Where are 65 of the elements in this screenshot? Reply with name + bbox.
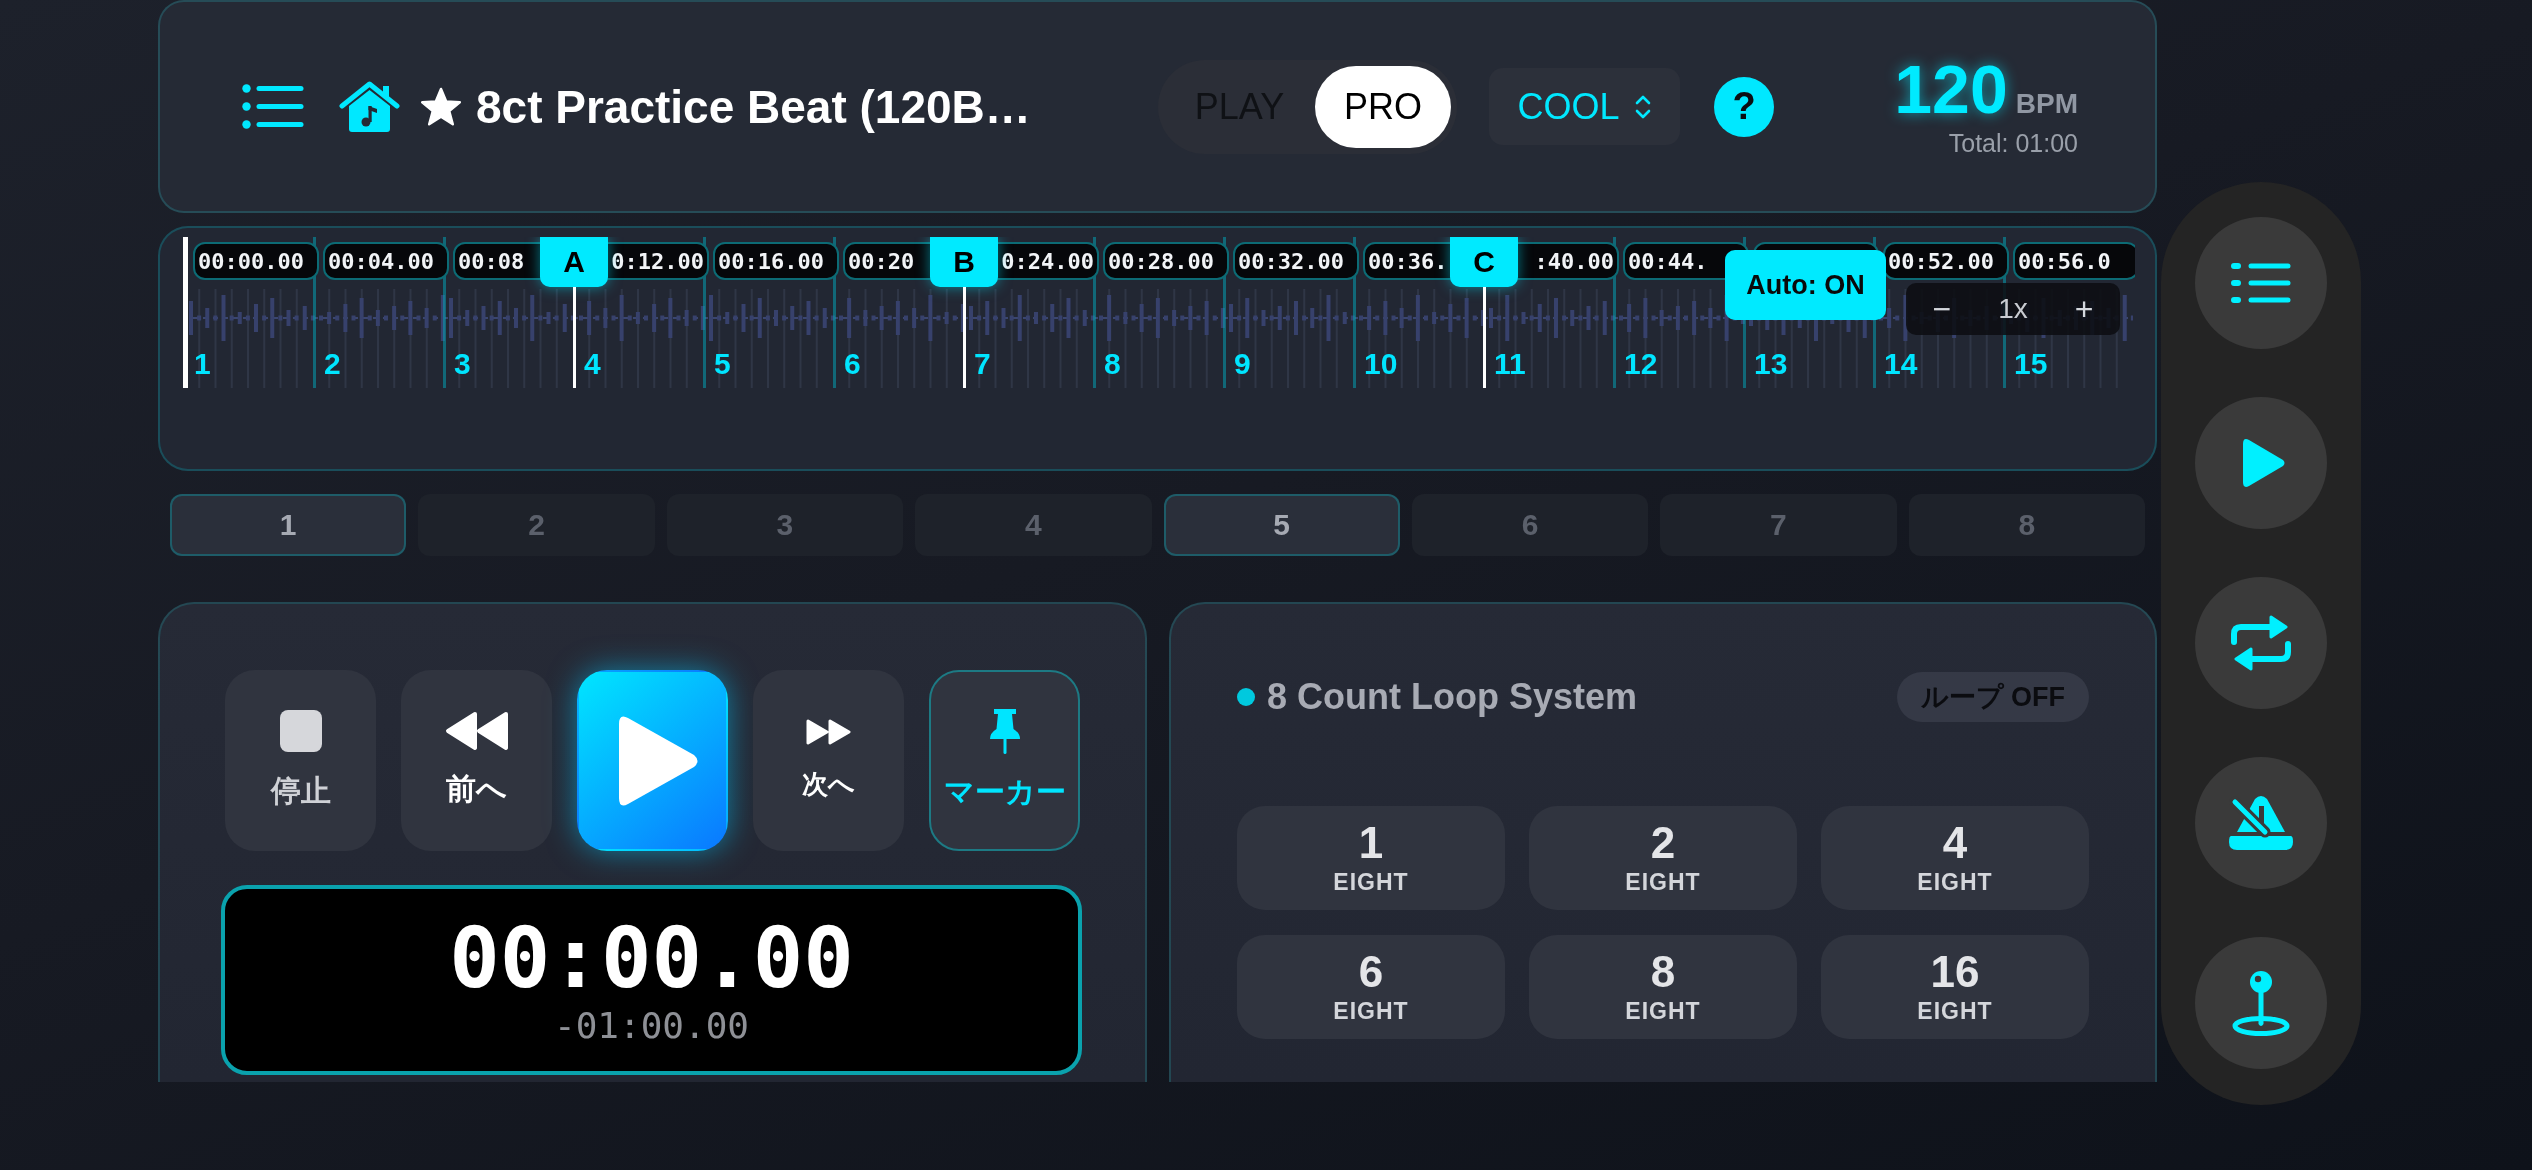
marker-flag[interactable]: C xyxy=(1450,237,1518,287)
next-button[interactable]: 次へ xyxy=(753,670,904,851)
repeat-icon xyxy=(2229,615,2293,671)
current-time: 00:00.00 xyxy=(449,916,854,1000)
auto-toggle-button[interactable]: Auto: ON xyxy=(1725,250,1886,320)
loop-title: 8 Count Loop System xyxy=(1267,676,1638,718)
count-button[interactable]: 8 EIGHT xyxy=(1529,935,1797,1039)
bar-number: 10 xyxy=(1364,349,1398,379)
bpm-value: 120 xyxy=(1894,55,2008,123)
stop-icon xyxy=(278,709,323,753)
time-chip: 00:32.00 xyxy=(1233,242,1359,280)
bar-number: 13 xyxy=(1754,349,1788,379)
time-chip: 00:00.00 xyxy=(193,242,319,280)
marker-flag[interactable]: A xyxy=(540,237,608,287)
bar-number: 6 xyxy=(844,349,861,379)
time-chip: 00:52.00 xyxy=(1883,242,2009,280)
count-button[interactable]: 4 EIGHT xyxy=(1821,806,2089,910)
bar-number: 12 xyxy=(1624,349,1658,379)
theme-dropdown[interactable]: COOL xyxy=(1489,68,1680,145)
bpm-unit: BPM xyxy=(2015,88,2078,120)
bar-number: 7 xyxy=(974,349,991,379)
song-title: 8ct Practice Beat (120B… xyxy=(476,79,1031,134)
count-button[interactable]: 2 EIGHT xyxy=(1529,806,1797,910)
marker-button[interactable]: マーカー xyxy=(929,670,1080,851)
count-button[interactable]: 1 EIGHT xyxy=(1237,806,1505,910)
zoom-out-button[interactable]: − xyxy=(1926,293,1958,325)
zoom-level: 1x xyxy=(1998,293,2028,325)
metronome-off-icon xyxy=(2229,794,2293,852)
menu-icon[interactable] xyxy=(242,84,304,129)
time-chip: 00:16.00 xyxy=(713,242,839,280)
marker-flag[interactable]: B xyxy=(930,237,998,287)
previous-button[interactable]: 前へ xyxy=(401,670,552,851)
play-icon xyxy=(2242,437,2286,489)
home-music-icon[interactable] xyxy=(339,80,400,133)
bar-number: 4 xyxy=(584,349,601,379)
time-chip: 00:04.00 xyxy=(323,242,449,280)
time-chip: 00:28.00 xyxy=(1103,242,1229,280)
count-button[interactable]: 6 EIGHT xyxy=(1237,935,1505,1039)
mode-tab[interactable]: PRO xyxy=(1315,65,1451,148)
bar-number: 15 xyxy=(2014,349,2048,379)
section-tab[interactable]: 5 xyxy=(1163,494,1400,556)
bar-number: 3 xyxy=(454,349,471,379)
bar-number: 2 xyxy=(324,349,341,379)
list-icon xyxy=(2231,261,2291,305)
bar-number: 14 xyxy=(1884,349,1918,379)
bar-number: 8 xyxy=(1104,349,1121,379)
play-button[interactable] xyxy=(577,670,728,851)
zoom-in-button[interactable]: + xyxy=(2068,293,2100,325)
count-button[interactable]: 16 EIGHT xyxy=(1821,935,2089,1039)
fast-forward-icon xyxy=(804,719,853,745)
joystick-icon xyxy=(2232,970,2290,1036)
bar-number: 5 xyxy=(714,349,731,379)
star-icon[interactable] xyxy=(420,86,462,127)
total-time: Total: 01:00 xyxy=(1948,129,2078,158)
bar-number: 1 xyxy=(194,349,211,379)
bar-number: 9 xyxy=(1234,349,1251,379)
bar-number: 11 xyxy=(1494,349,1526,379)
stop-button[interactable]: 停止 xyxy=(225,670,376,851)
help-button[interactable]: ? xyxy=(1714,76,1774,137)
status-dot-icon xyxy=(1237,688,1255,706)
rewind-icon xyxy=(444,711,509,751)
time-chip: 00:56.0 xyxy=(2013,242,2135,280)
section-tab[interactable]: 1 xyxy=(170,494,407,556)
pushpin-icon xyxy=(989,708,1020,754)
remaining-time: -01:00.00 xyxy=(553,1008,750,1044)
